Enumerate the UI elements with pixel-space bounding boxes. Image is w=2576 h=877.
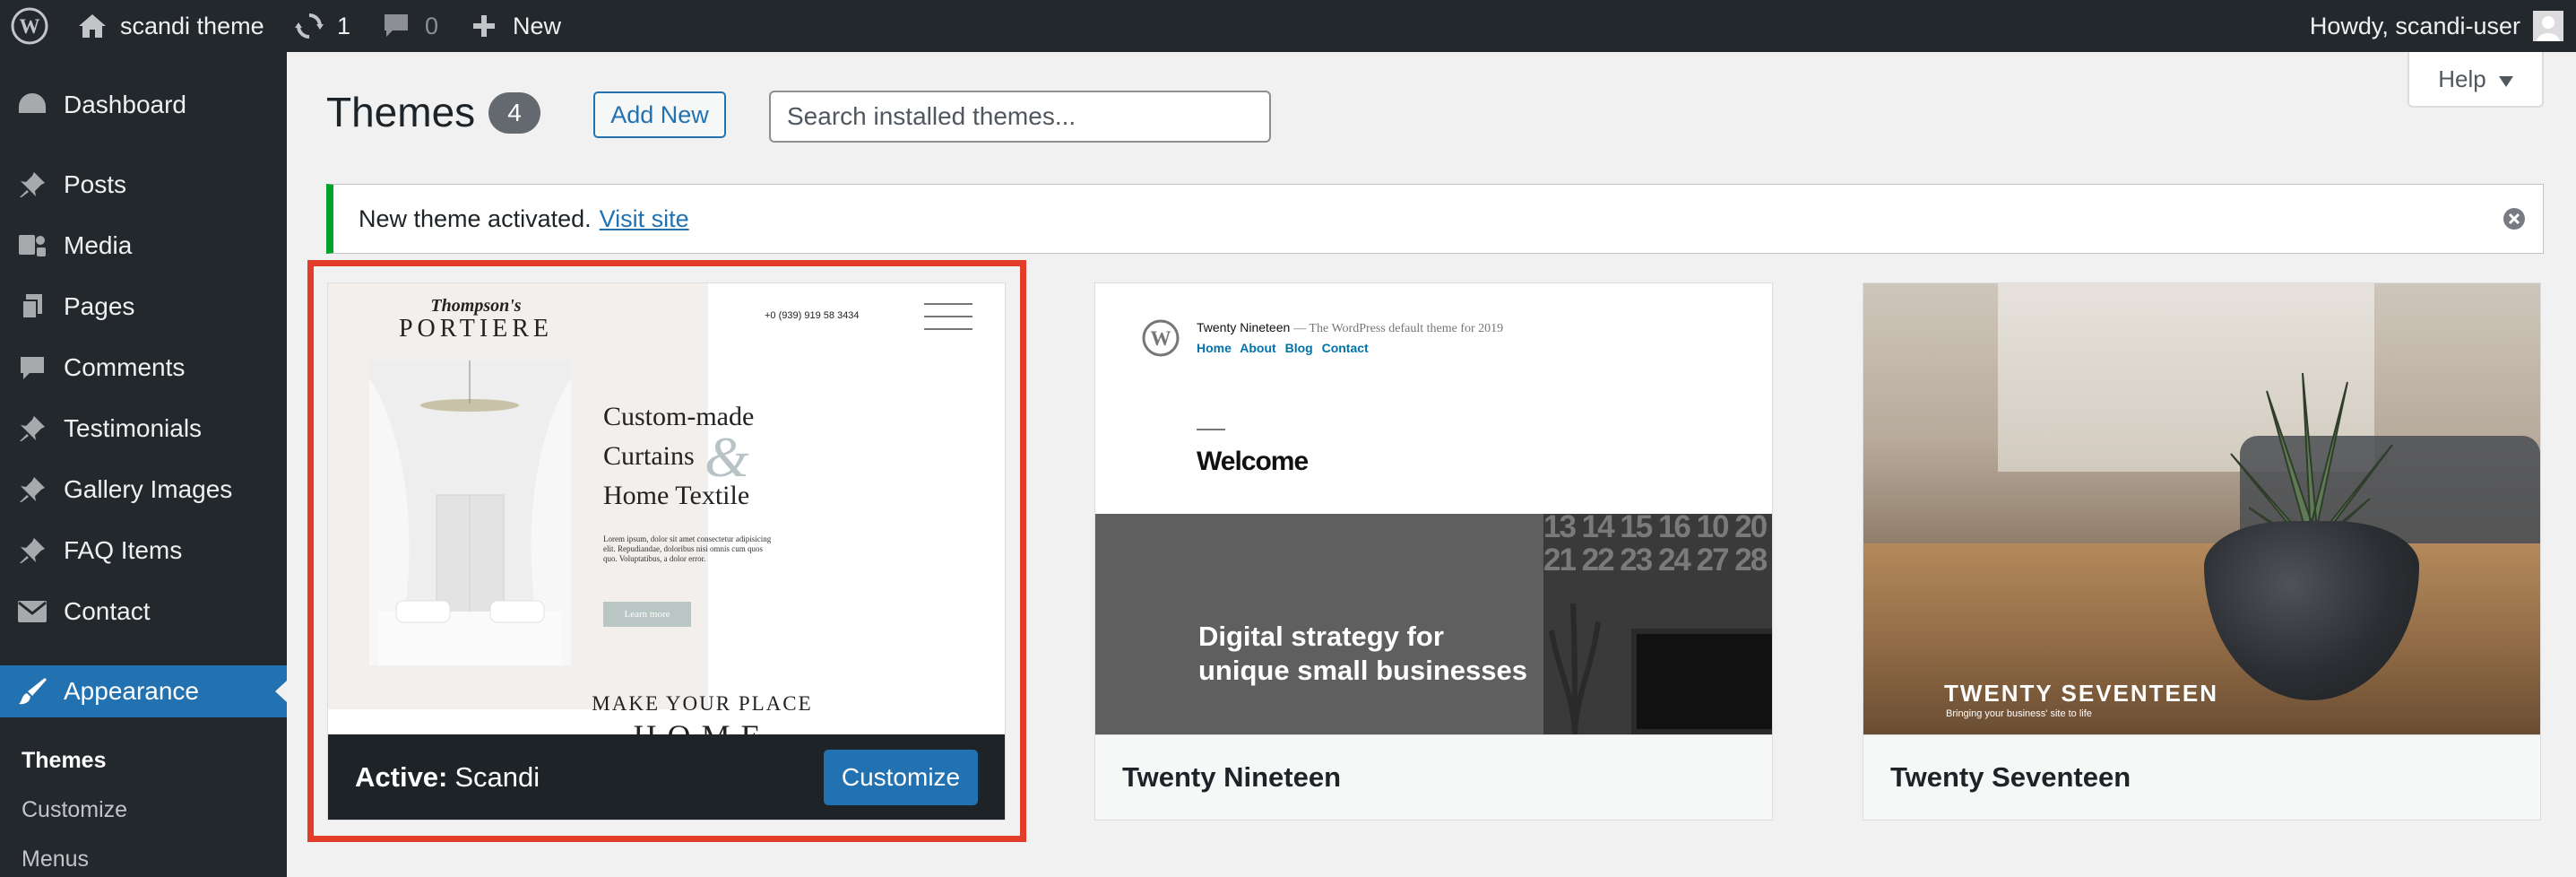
- avatar: [2533, 11, 2563, 41]
- sidebar-item-posts[interactable]: Posts: [0, 159, 287, 211]
- updates-icon: [294, 11, 324, 41]
- my-account-link[interactable]: Howdy, scandi-user: [2310, 0, 2563, 52]
- paintbrush-icon: [16, 675, 48, 708]
- preview-hero: 13 14 15 16 10 20 21 22 23 24 27 28 Digi…: [1095, 514, 1772, 734]
- page-title: Themes: [326, 89, 476, 135]
- help-label: Help: [2438, 65, 2486, 92]
- preview-nav: Home About Blog Contact: [1197, 341, 1369, 355]
- theme-name-bar: Twenty Seventeen: [1863, 734, 2540, 820]
- theme-name: Twenty Nineteen: [1122, 761, 1342, 793]
- theme-count-badge: 4: [488, 92, 540, 134]
- comments-link[interactable]: 0: [382, 0, 438, 52]
- wordpress-logo-icon[interactable]: W: [11, 0, 48, 52]
- add-new-theme-button[interactable]: Add New: [593, 91, 726, 138]
- theme-screenshot[interactable]: W Twenty Nineteen — The WordPress defaul…: [1095, 283, 1772, 734]
- envelope-icon: [16, 595, 48, 628]
- media-icon: [16, 230, 48, 262]
- comment-icon: [16, 352, 48, 384]
- sidebar-item-label: Posts: [64, 170, 127, 198]
- search-themes-input[interactable]: [769, 91, 1271, 143]
- dismiss-notice-icon[interactable]: [2502, 206, 2527, 231]
- admin-sidebar: Dashboard Posts Media Pages Comments Tes…: [0, 52, 287, 877]
- submenu-item-customize[interactable]: Customize: [22, 797, 127, 823]
- active-theme-highlight: [307, 260, 1026, 842]
- sidebar-item-label: FAQ Items: [64, 536, 183, 564]
- sidebar-item-label: Gallery Images: [64, 475, 233, 503]
- preview-hero-text: Digital strategy for unique small busine…: [1198, 620, 1527, 688]
- submenu-item-themes[interactable]: Themes: [22, 748, 106, 774]
- sidebar-item-label: Pages: [64, 292, 135, 320]
- theme-name: Twenty Seventeen: [1890, 761, 2131, 793]
- sidebar-item-label: Dashboard: [64, 91, 186, 118]
- pin-icon: [16, 169, 48, 201]
- svg-text:W: W: [1151, 327, 1171, 350]
- sidebar-item-contact[interactable]: Contact: [0, 586, 287, 638]
- comments-count: 0: [425, 12, 439, 39]
- pin-icon: [16, 473, 48, 506]
- caret-down-icon: [2498, 65, 2513, 93]
- preview-welcome: Welcome: [1197, 447, 1309, 476]
- sidebar-item-faq-items[interactable]: FAQ Items: [0, 525, 287, 577]
- howdy-text: Howdy, scandi-user: [2309, 12, 2520, 39]
- submenu-item-menus[interactable]: Menus: [22, 847, 89, 873]
- sidebar-item-pages[interactable]: Pages: [0, 281, 287, 333]
- sidebar-item-media[interactable]: Media: [0, 220, 287, 272]
- preview-site-title: Twenty Nineteen — The WordPress default …: [1197, 320, 1503, 336]
- visit-site-link[interactable]: Visit site: [600, 205, 689, 233]
- comment-icon: [382, 13, 411, 39]
- home-icon: [77, 13, 108, 39]
- pin-icon: [16, 412, 48, 445]
- theme-name-bar: Twenty Nineteen: [1095, 734, 1772, 820]
- preview-plant: [1549, 603, 1601, 734]
- sidebar-item-dashboard[interactable]: Dashboard: [0, 79, 287, 131]
- sidebar-item-label: Appearance: [64, 677, 200, 705]
- preview-monitor: [1631, 629, 1772, 734]
- sidebar-item-label: Media: [64, 231, 133, 259]
- pages-icon: [16, 291, 48, 323]
- updates-count: 1: [337, 12, 351, 39]
- preview-tagline: Bringing your business' site to life: [1946, 708, 2092, 719]
- site-title: Twenty Nineteen: [1197, 320, 1291, 334]
- theme-screenshot[interactable]: TWENTY SEVENTEEN Bringing your business'…: [1863, 283, 2540, 734]
- sidebar-item-label: Comments: [64, 353, 186, 381]
- theme-card-twenty-nineteen[interactable]: W Twenty Nineteen — The WordPress defaul…: [1094, 282, 1773, 821]
- site-name: scandi theme: [120, 12, 264, 39]
- preview-title: TWENTY SEVENTEEN: [1944, 680, 2219, 707]
- new-label: New: [513, 12, 562, 39]
- sidebar-item-appearance[interactable]: Appearance: [0, 665, 287, 717]
- sidebar-item-testimonials[interactable]: Testimonials: [0, 403, 287, 455]
- hero-line: Digital strategy for: [1198, 621, 1444, 652]
- plus-icon: [471, 13, 497, 39]
- preview-calendar-numbers: 13 14 15 16 10 20 21 22 23 24 27 28: [1543, 514, 1768, 577]
- help-tab-button[interactable]: Help: [2407, 52, 2544, 108]
- theme-activated-notice: New theme activated. Visit site: [326, 184, 2544, 254]
- notice-text: New theme activated.: [359, 204, 592, 232]
- hero-line: unique small businesses: [1198, 655, 1527, 686]
- sidebar-item-gallery-images[interactable]: Gallery Images: [0, 464, 287, 516]
- new-content-link[interactable]: New: [471, 0, 561, 52]
- updates-link[interactable]: 1: [294, 0, 350, 52]
- admin-bar: W scandi theme 1 0 New Howdy, scandi-use…: [0, 0, 2576, 52]
- wordpress-logo-icon: W: [1142, 319, 1180, 361]
- dashboard-icon: [16, 89, 48, 121]
- sidebar-item-comments[interactable]: Comments: [0, 342, 287, 394]
- theme-card-twenty-seventeen[interactable]: TWENTY SEVENTEEN Bringing your business'…: [1863, 282, 2541, 821]
- site-name-link[interactable]: scandi theme: [77, 0, 264, 52]
- preview-divider: [1197, 429, 1225, 430]
- sidebar-item-label: Contact: [64, 597, 151, 625]
- sidebar-item-label: Testimonials: [64, 414, 203, 442]
- site-description: — The WordPress default theme for 2019: [1293, 322, 1504, 335]
- svg-text:W: W: [20, 15, 40, 38]
- pin-icon: [16, 534, 48, 567]
